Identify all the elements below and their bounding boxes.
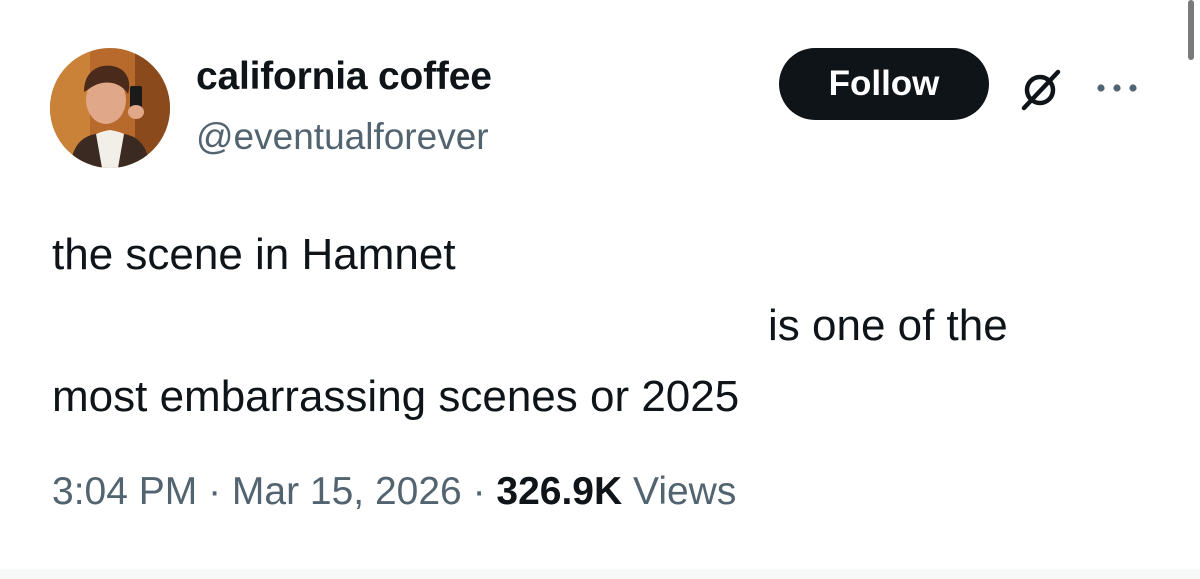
divider xyxy=(0,569,1200,579)
meta-separator: · xyxy=(197,470,232,513)
tweet-line: is one of the xyxy=(768,301,1008,350)
grok-icon[interactable] xyxy=(1012,60,1068,116)
author-display-name[interactable]: california coffee xyxy=(196,55,492,99)
tweet-line: most embarrassing scenes or 2025 xyxy=(52,372,740,421)
tweet-text: the scene in Hamnet is one of the most e… xyxy=(52,220,1152,421)
meta-separator: · xyxy=(461,470,497,513)
tweet-time[interactable]: 3:04 PM xyxy=(52,470,197,513)
follow-button[interactable]: Follow xyxy=(779,48,989,120)
profile-photo xyxy=(50,48,170,168)
views-label: Views xyxy=(622,470,737,513)
tweet-line: the scene in Hamnet xyxy=(52,230,456,279)
scrollbar[interactable] xyxy=(1188,0,1194,60)
tweet-meta: 3:04 PM · Mar 15, 2026 · 326.9K Views xyxy=(52,470,736,514)
avatar[interactable] xyxy=(50,48,170,168)
views-count: 326.9K xyxy=(496,470,623,513)
author-handle[interactable]: @eventualforever xyxy=(196,116,489,158)
tweet-date[interactable]: Mar 15, 2026 xyxy=(232,470,462,513)
more-icon[interactable] xyxy=(1093,78,1141,98)
